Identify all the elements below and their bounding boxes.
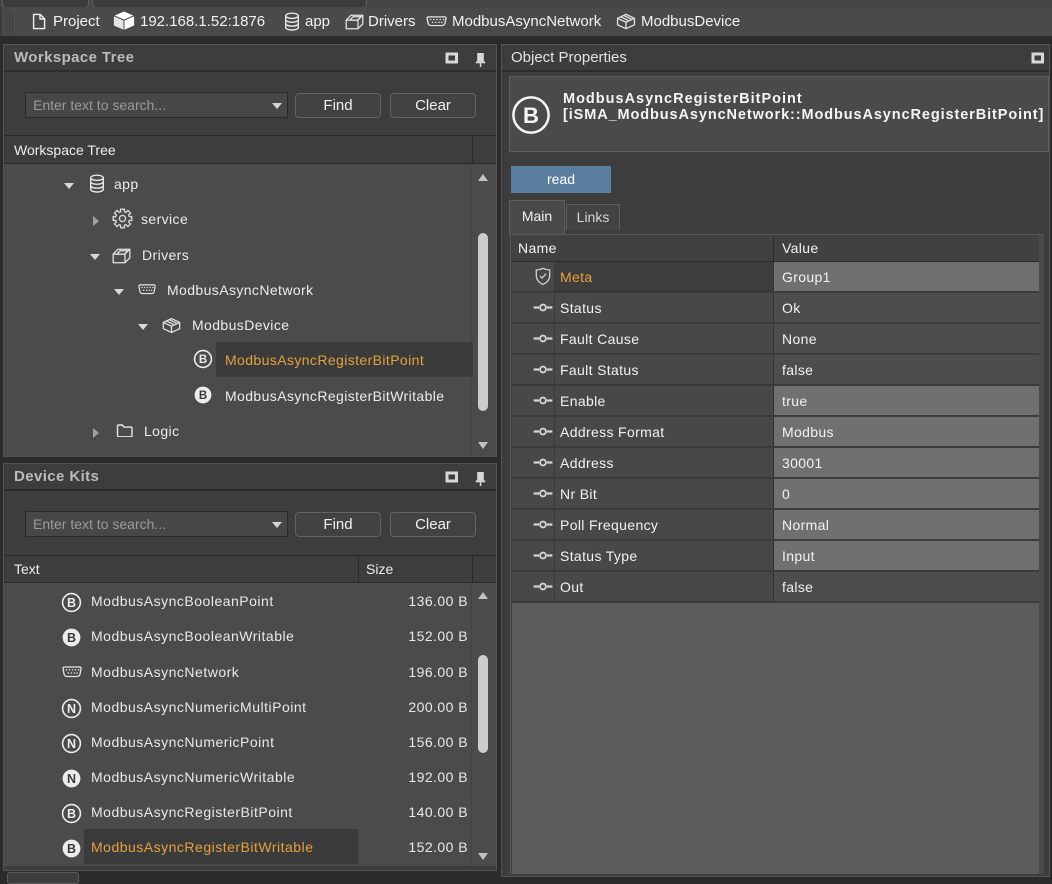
svg-text:B: B <box>199 354 207 366</box>
svg-text:B: B <box>67 842 76 856</box>
svg-text:B: B <box>523 103 539 128</box>
svg-text:B: B <box>67 596 76 610</box>
svg-text:B: B <box>199 390 207 402</box>
svg-text:B: B <box>67 631 76 645</box>
svg-text:N: N <box>67 702 76 716</box>
svg-text:N: N <box>67 737 76 751</box>
svg-text:B: B <box>67 807 76 821</box>
svg-text:N: N <box>67 772 76 786</box>
